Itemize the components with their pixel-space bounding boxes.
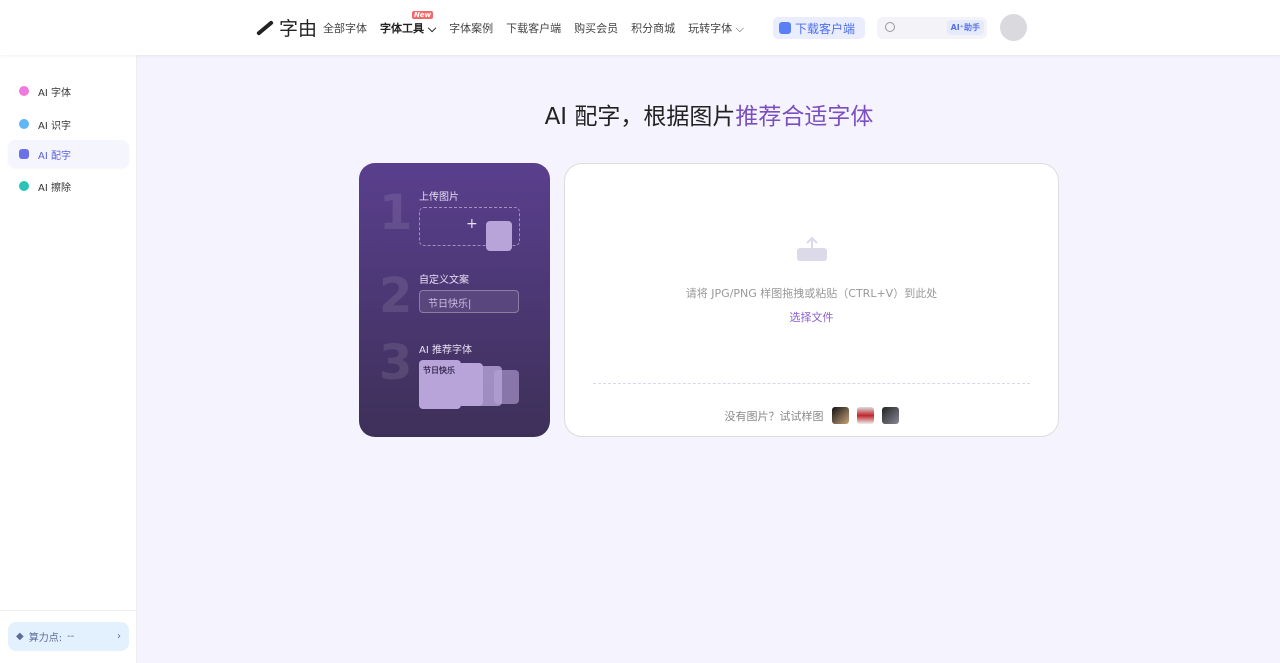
sidebar-item-ai-erase[interactable]: AI 擦除 [8,172,129,200]
font-preview-card: 节日快乐 [419,360,461,409]
choose-file-link[interactable]: 选择文件 [565,309,1058,325]
step1-label: 上传图片 [419,192,459,203]
upload-hint: 请将 JPG/PNG 样图拖拽或粘贴（CTRL+V）到此处 [685,287,938,300]
chevron-right-icon: › [117,631,121,642]
divider [0,610,137,611]
sidebar: AI 字体 AI 识字 AI 配字 AI 擦除 ◆ 算力点: -- › [0,55,137,663]
steps-card: 1 上传图片 + 2 自定义文案 节日快乐| 3 AI 推荐字体 节日快乐 [359,163,550,437]
search-input[interactable]: AI⁺助手 [877,17,987,39]
nav-play-fonts[interactable]: 玩转字体 ⌵ [688,20,744,36]
title-prefix: AI 配字，根据图片 [544,104,736,130]
avatar[interactable] [1000,14,1027,41]
sample-thumbnail[interactable] [831,407,849,424]
step-number: 3 [379,335,413,391]
diamond-icon: ◆ [16,631,24,642]
download-client-button[interactable]: 下载客户端 [773,17,865,39]
nav-points-mall[interactable]: 积分商城 [631,20,675,36]
sample-images: 没有图片？试试样图 [565,407,1058,424]
nav-font-tools[interactable]: 字体工具 ⌵ New [380,11,436,36]
sidebar-item-label: AI 擦除 [38,182,71,194]
divider [593,383,1030,384]
ai-assistant-button[interactable]: AI⁺助手 [946,20,984,35]
points-value: -- [67,631,75,642]
text-input-illustration: 节日快乐| [419,290,519,313]
step2-label: 自定义文案 [419,275,469,286]
page-title: AI 配字，根据图片推荐合适字体 [0,97,1280,131]
upload-icon [797,236,827,261]
nav-download[interactable]: 下载客户端 [506,20,561,36]
points-label: 算力点: [28,633,63,644]
nav-play-fonts-label: 玩转字体 [688,22,733,35]
eraser-icon [19,181,29,191]
search-icon [885,22,895,32]
compute-points-button[interactable]: ◆ 算力点: -- › [8,622,129,651]
image-icon [486,221,512,251]
sidebar-item-ai-match[interactable]: AI 配字 [8,140,129,168]
sample-thumbnail[interactable] [881,407,899,424]
step3-label: AI 推荐字体 [419,345,472,356]
pen-icon [256,19,274,36]
nav-font-cases[interactable]: 字体案例 [449,20,493,36]
nav-membership[interactable]: 购买会员 [574,20,618,36]
pen-icon [779,22,791,34]
sample-thumbnail[interactable] [856,407,874,424]
download-label: 下载客户端 [795,21,856,36]
logo-text: 字由 [279,18,318,40]
top-header: 字由 全部字体 字体工具 ⌵ New 字体案例 下载客户端 购买会员 积分商城 玩… [0,0,1280,55]
plus-icon: + [466,216,478,232]
logo[interactable]: 字由 [255,14,317,41]
diamond-icon [19,86,29,96]
nav-font-tools-label: 字体工具 [380,22,424,35]
step-number: 2 [379,268,413,324]
title-highlight: 推荐合适字体 [735,104,874,130]
sidebar-item-label: AI 配字 [38,150,71,162]
new-badge: New [412,11,434,19]
step-number: 1 [379,185,413,241]
samples-label: 没有图片？试试样图 [724,409,824,423]
image-icon [19,149,29,159]
nav-all-fonts[interactable]: 全部字体 [323,20,367,36]
upload-illustration: + [419,207,520,251]
main-nav: 全部字体 字体工具 ⌵ New 字体案例 下载客户端 购买会员 积分商城 玩转字体… [323,11,744,36]
upload-dropzone[interactable]: 请将 JPG/PNG 样图拖拽或粘贴（CTRL+V）到此处 选择文件 没有图片？… [564,163,1059,437]
font-preview-card [458,363,483,406]
